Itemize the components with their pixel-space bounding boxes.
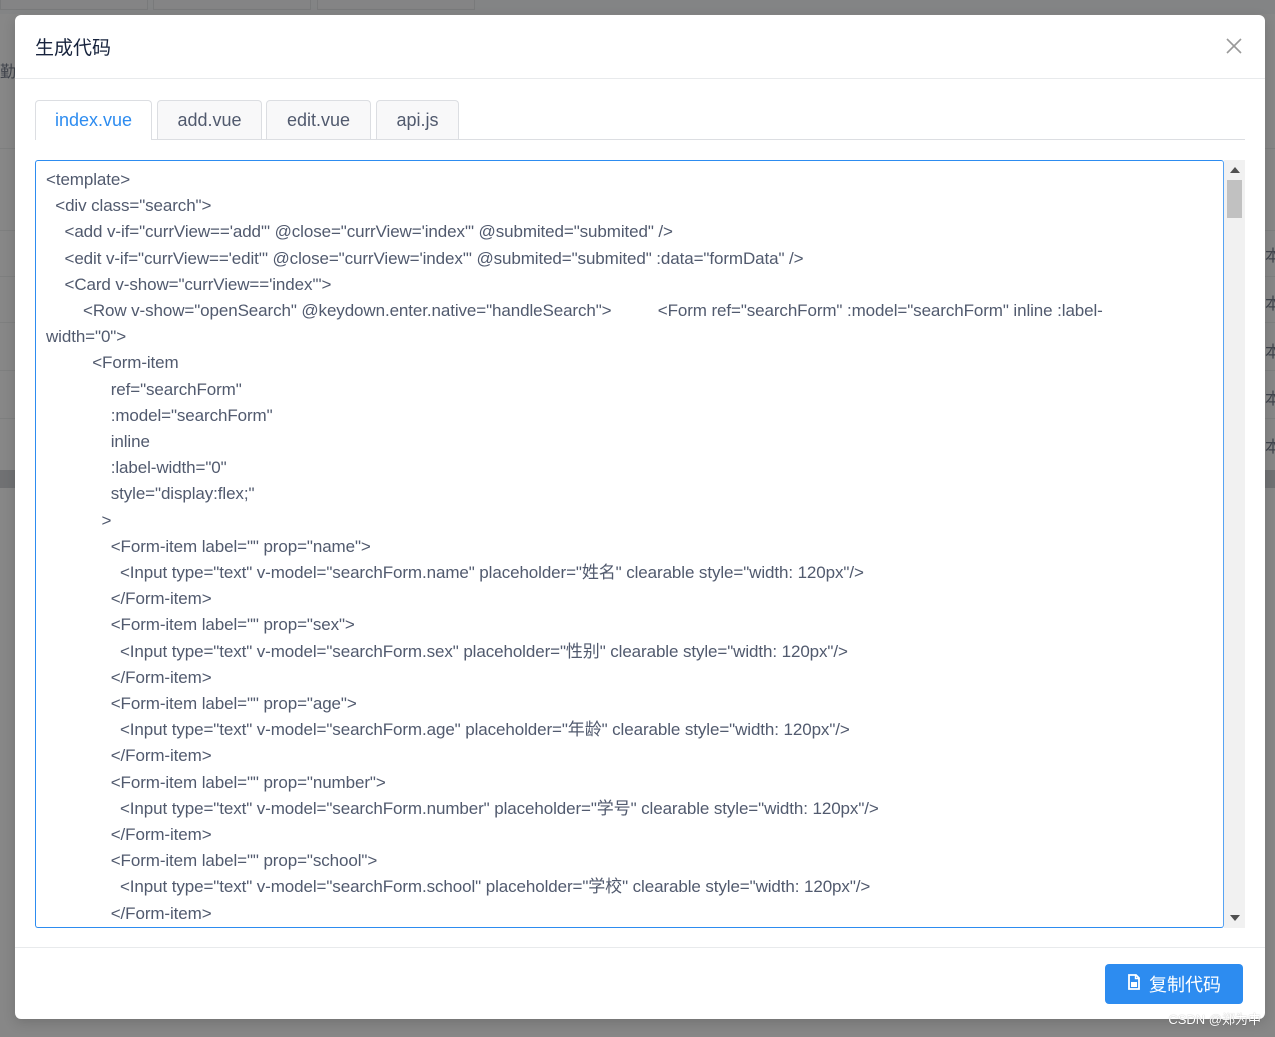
generate-code-dialog: 生成代码 index.vue add.vue edit.vue api.js <… [15,15,1265,1019]
code-scrollbar[interactable] [1224,160,1245,928]
code-line: <Input type="text" v-model="searchForm.s… [46,641,848,661]
code-line: <Form-item label="" prop="school"> [46,851,378,871]
scroll-up-icon[interactable] [1224,162,1245,178]
scroll-down-icon[interactable] [1224,910,1245,926]
code-line: > [46,510,112,530]
code-line: inline [46,432,150,452]
code-panel: <template> <div class="search"> <add v-i… [35,160,1245,928]
scroll-thumb[interactable] [1227,180,1242,218]
dialog-title: 生成代码 [35,38,112,59]
tab-index-vue[interactable]: index.vue [35,100,152,140]
code-line: <add v-if="currView=='add'" @close="curr… [46,222,673,242]
code-textarea[interactable]: <template> <div class="search"> <add v-i… [35,160,1224,928]
code-line: ref="searchForm" [46,379,242,399]
tab-add-vue[interactable]: add.vue [157,100,262,139]
code-line: style="display:flex;" [46,484,255,504]
code-line: <Form-item label="" prop="sex"> [46,615,355,635]
code-line: <Form-item label="" prop="number"> [46,772,386,792]
document-icon [1127,973,1141,995]
tabs-bar [35,139,1245,140]
copy-code-button[interactable]: 复制代码 [1105,964,1243,1004]
code-line: </Form-item> [46,746,212,766]
file-tabs: index.vue add.vue edit.vue api.js [35,100,1245,140]
code-line: :model="searchForm" [46,405,273,425]
code-line: </Form-item> [46,903,212,923]
code-line: <Form-item label="" prop="age"> [46,694,357,714]
tab-api-js[interactable]: api.js [376,100,459,139]
code-line: <Row v-show="openSearch" @keydown.enter.… [46,301,1103,321]
code-line: :label-width="0" [46,458,227,478]
copy-code-label: 复制代码 [1149,975,1221,995]
code-line: </Form-item> [46,825,212,845]
code-line: <Form-item label="" prop="name"> [46,536,371,556]
code-line: <div class="search"> [46,196,212,216]
code-line: <edit v-if="currView=='edit'" @close="cu… [46,248,804,268]
watermark: CSDN @郑为中 [1168,1012,1261,1027]
code-line: <Input type="text" v-model="searchForm.n… [46,798,879,818]
code-line: </Form-item> [46,589,212,609]
tab-edit-vue[interactable]: edit.vue [266,100,371,139]
code-line: <Card v-show="currView=='index'"> [46,274,332,294]
code-line: width="0"> [46,327,127,347]
code-line: </Form-item> [46,667,212,687]
code-line: <template> [46,170,131,189]
code-line: <Input type="text" v-model="searchForm.n… [46,563,864,583]
code-line: <Input type="text" v-model="searchForm.s… [46,877,871,897]
close-icon[interactable] [1223,35,1245,57]
code-line: <Form-item [46,353,179,373]
dialog-footer: 复制代码 [15,947,1265,1019]
code-line: <Input type="text" v-model="searchForm.a… [46,720,850,740]
dialog-header: 生成代码 [15,15,1265,79]
